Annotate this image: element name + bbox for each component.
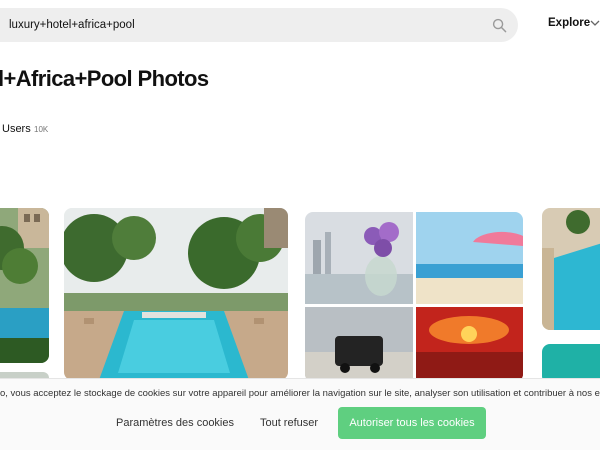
cookie-settings-button[interactable]: Paramètres des cookies <box>112 407 238 439</box>
photo-image <box>305 212 523 382</box>
photo-tile[interactable] <box>0 208 49 363</box>
refuse-all-button[interactable]: Tout refuser <box>250 407 328 439</box>
tab-users-count: 10K <box>34 125 49 134</box>
search-input[interactable] <box>9 8 479 42</box>
accept-all-button[interactable]: Autoriser tous les cookies <box>338 407 486 439</box>
search-bar[interactable] <box>0 8 518 42</box>
tab-users[interactable]: Users <box>2 123 31 135</box>
chevron-down-icon[interactable] <box>590 19 600 27</box>
explore-menu[interactable]: Explore <box>548 17 590 29</box>
cookie-text: o, vous acceptez le stockage de cookies … <box>0 388 600 399</box>
photo-image <box>64 208 288 380</box>
photo-tile[interactable] <box>305 212 523 382</box>
photo-image <box>0 208 49 363</box>
photo-tile[interactable] <box>64 208 288 380</box>
top-bar: Explore <box>0 0 600 50</box>
page-title: l+Africa+Pool Photos <box>0 66 209 91</box>
cookie-banner: o, vous acceptez le stockage de cookies … <box>0 378 600 450</box>
search-icon[interactable] <box>492 18 507 33</box>
photo-image <box>542 208 600 330</box>
photo-tile[interactable] <box>542 208 600 330</box>
